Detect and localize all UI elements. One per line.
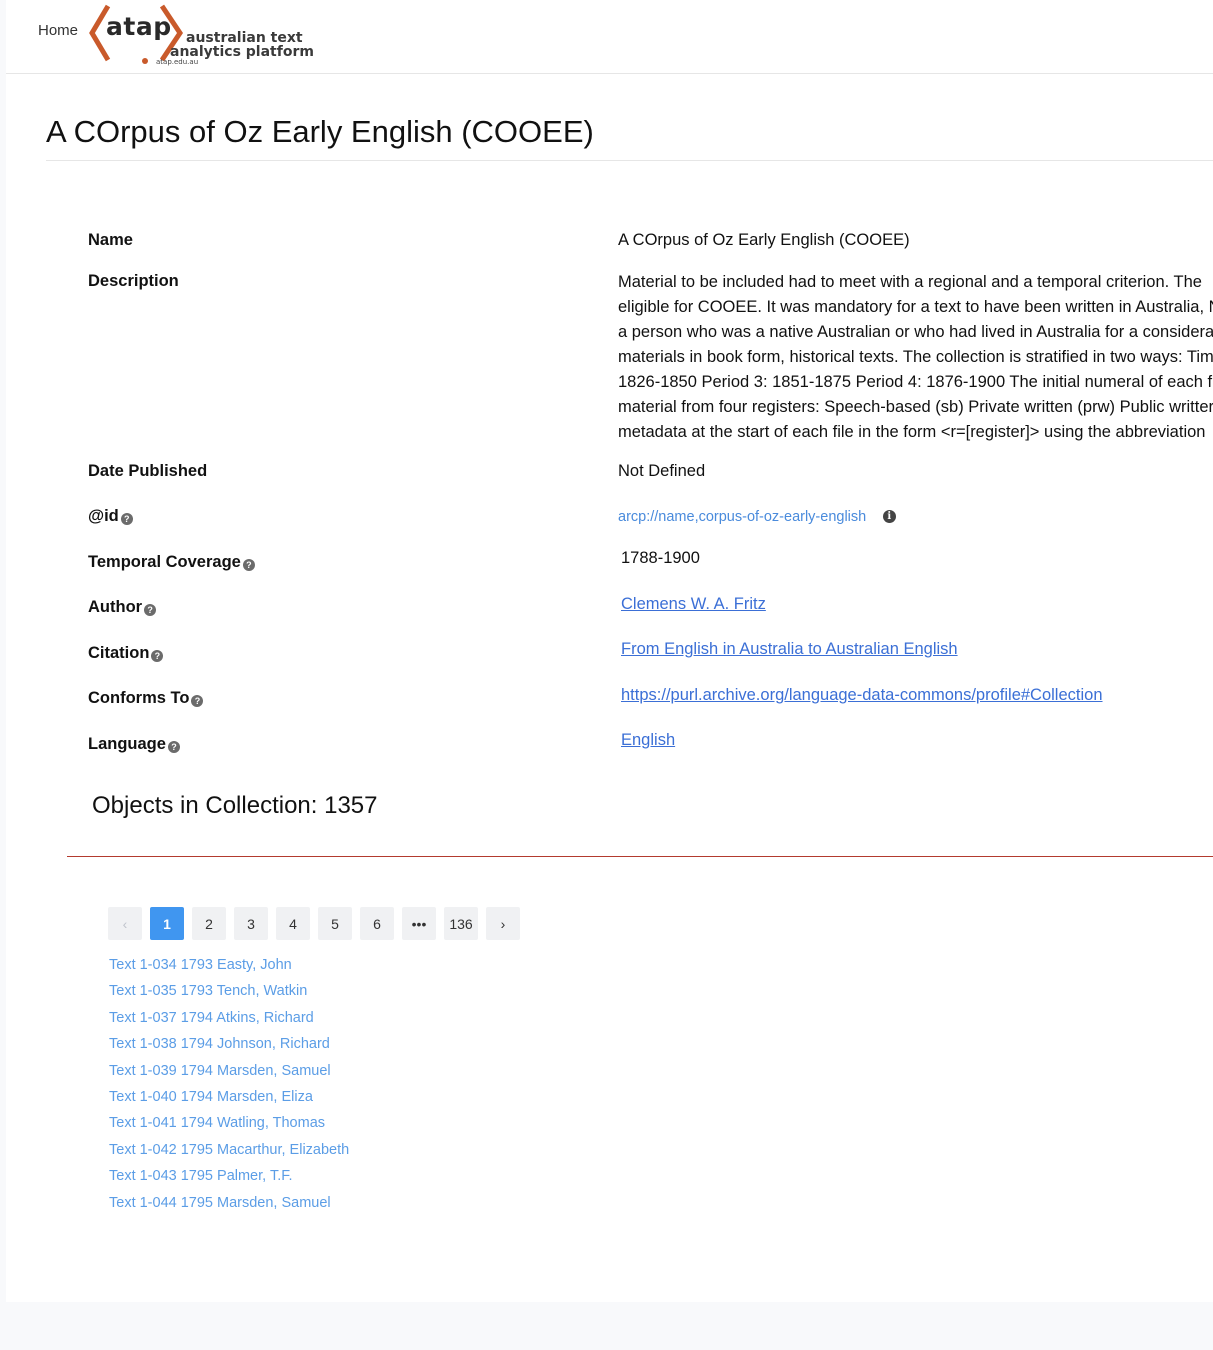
list-item[interactable]: Text 1-043 1795 Palmer, T.F.: [109, 1166, 349, 1192]
top-navbar: Home atap australian text analytics plat…: [6, 0, 1213, 74]
logo-dot-icon: [142, 58, 148, 64]
description-line: a person who was a native Australian or …: [618, 323, 1213, 341]
id-link[interactable]: arcp://name,corpus-of-oz-early-english: [618, 509, 866, 525]
page-button-2[interactable]: 2: [192, 907, 226, 940]
page-button-5[interactable]: 5: [318, 907, 352, 940]
title-divider: [46, 160, 1213, 161]
list-item[interactable]: Text 1-034 1793 Easty, John: [109, 955, 349, 981]
description-line: material from four registers: Speech-bas…: [618, 398, 1213, 416]
help-icon[interactable]: ?: [120, 512, 133, 525]
help-icon[interactable]: ?: [144, 603, 157, 616]
description-value: Material to be included had to meet with…: [618, 270, 1213, 445]
temporal-coverage-value: 1788-1900: [621, 549, 700, 567]
name-value: A COrpus of Oz Early English (COOEE): [618, 231, 910, 249]
conforms-to-label-row: Conforms To ?: [88, 689, 204, 708]
pagination: ‹ 1 2 3 4 5 6 ••• 136 ›: [108, 907, 520, 940]
temporal-coverage-label: Temporal Coverage: [88, 553, 241, 571]
description-line: eligible for COOEE. It was mandatory for…: [618, 298, 1213, 316]
logo-url: atap.edu.au: [156, 58, 199, 66]
help-icon[interactable]: ?: [167, 740, 180, 753]
list-item[interactable]: Text 1-037 1794 Atkins, Richard: [109, 1008, 349, 1034]
page-button-4[interactable]: 4: [276, 907, 310, 940]
citation-label: Citation: [88, 644, 150, 662]
objects-count-heading: Objects in Collection: 1357: [92, 792, 378, 819]
logo-word: atap: [106, 12, 172, 41]
conforms-to-label: Conforms To: [88, 689, 190, 707]
temporal-coverage-label-row: Temporal Coverage ?: [88, 553, 255, 572]
language-label: Language: [88, 735, 166, 753]
page-title: A COrpus of Oz Early English (COOEE): [46, 114, 594, 149]
name-label: Name: [88, 231, 133, 249]
citation-link[interactable]: From English in Australia to Australian …: [621, 640, 958, 658]
date-published-value: Not Defined: [618, 462, 706, 480]
author-value: Clemens W. A. Fritz: [621, 595, 766, 614]
description-line: Material to be included had to meet with…: [618, 273, 1202, 291]
id-label: @id: [88, 507, 119, 525]
next-page-button[interactable]: ›: [486, 907, 520, 940]
language-label-row: Language ?: [88, 735, 180, 754]
help-icon[interactable]: ?: [242, 558, 255, 571]
list-item[interactable]: Text 1-038 1794 Johnson, Richard: [109, 1034, 349, 1060]
home-link[interactable]: Home: [38, 22, 78, 39]
language-link[interactable]: English: [621, 731, 675, 749]
description-label: Description: [88, 272, 179, 290]
atap-logo[interactable]: atap australian text analytics platform …: [86, 0, 314, 70]
conforms-to-value: https://purl.archive.org/language-data-c…: [621, 686, 1103, 705]
collection-divider: [67, 856, 1213, 857]
id-value-row: arcp://name,corpus-of-oz-early-english i: [618, 507, 896, 526]
date-published-label: Date Published: [88, 462, 208, 480]
author-label-row: Author ?: [88, 598, 157, 617]
author-link[interactable]: Clemens W. A. Fritz: [621, 595, 766, 613]
page-button-1[interactable]: 1: [150, 907, 184, 940]
list-item[interactable]: Text 1-041 1794 Watling, Thomas: [109, 1113, 349, 1139]
description-line: materials in book form, historical texts…: [618, 348, 1213, 366]
description-line: metadata at the start of each file in th…: [618, 423, 1206, 441]
more-pages-button[interactable]: •••: [402, 907, 436, 940]
list-item[interactable]: Text 1-039 1794 Marsden, Samuel: [109, 1061, 349, 1087]
list-item[interactable]: Text 1-040 1794 Marsden, Eliza: [109, 1087, 349, 1113]
citation-value: From English in Australia to Australian …: [621, 640, 958, 659]
prev-page-button[interactable]: ‹: [108, 907, 142, 940]
help-icon[interactable]: ?: [191, 694, 204, 707]
citation-label-row: Citation ?: [88, 644, 164, 663]
help-icon[interactable]: ?: [151, 649, 164, 662]
page-button-6[interactable]: 6: [360, 907, 394, 940]
description-line: 1826-1850 Period 3: 1851-1875 Period 4: …: [618, 373, 1213, 391]
page-button-3[interactable]: 3: [234, 907, 268, 940]
page-container: Home atap australian text analytics plat…: [6, 0, 1213, 1302]
list-item[interactable]: Text 1-042 1795 Macarthur, Elizabeth: [109, 1140, 349, 1166]
language-value: English: [621, 731, 675, 750]
conforms-to-link[interactable]: https://purl.archive.org/language-data-c…: [621, 686, 1103, 704]
list-item[interactable]: Text 1-044 1795 Marsden, Samuel: [109, 1193, 349, 1219]
collection-items-list: Text 1-034 1793 Easty, John Text 1-035 1…: [109, 955, 349, 1219]
id-label-row: @id ?: [88, 507, 133, 526]
list-item[interactable]: Text 1-035 1793 Tench, Watkin: [109, 981, 349, 1007]
page-button-136[interactable]: 136: [444, 907, 478, 940]
author-label: Author: [88, 598, 143, 616]
info-icon[interactable]: i: [882, 510, 896, 524]
